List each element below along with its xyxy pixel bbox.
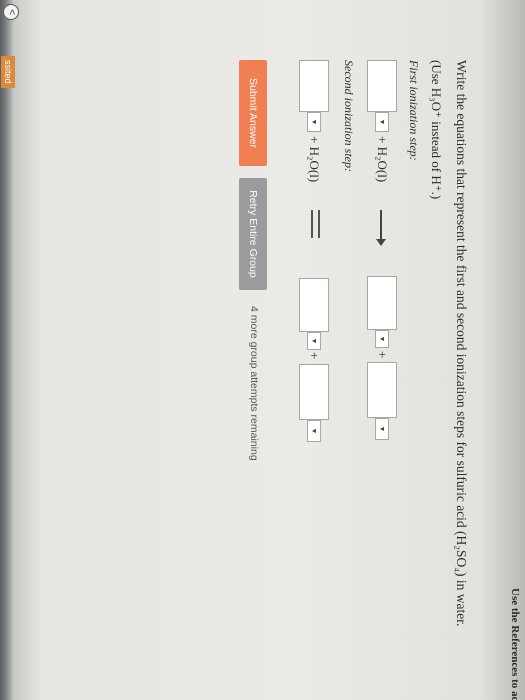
attempts-remaining: 4 more group attempts remaining: [248, 306, 260, 461]
chevron-down-icon: ▼: [310, 337, 318, 345]
first-step-water: + H₂O(l): [375, 136, 390, 183]
first-step-reactant-box[interactable]: [367, 60, 397, 112]
submit-answer-button[interactable]: Submit Answer: [239, 60, 267, 166]
second-step-product1-box[interactable]: [299, 278, 329, 332]
chevron-down-icon: ▼: [310, 427, 318, 435]
chevron-down-icon: ▼: [378, 118, 386, 126]
question-text: Write the equations that represent the f…: [454, 60, 469, 627]
second-step-plus: +: [307, 352, 322, 360]
first-step-product2-box[interactable]: [367, 362, 397, 418]
first-step-plus: +: [375, 351, 390, 359]
retry-entire-group-button[interactable]: Retry Entire Group: [239, 178, 267, 290]
second-step-product1-dropdown[interactable]: ▼: [307, 332, 321, 350]
second-step-reactant-box[interactable]: [299, 60, 329, 112]
second-step-product2-box[interactable]: [299, 364, 329, 420]
first-step-product1-box[interactable]: [367, 276, 397, 330]
previous-button[interactable]: ssited: [1, 56, 15, 88]
equilibrium-arrow-lower: [311, 210, 313, 238]
second-step-reactant-dropdown[interactable]: ▼: [307, 112, 321, 132]
right-arrow-icon: [380, 210, 382, 244]
equilibrium-arrow-icon: [318, 210, 320, 238]
chevron-down-icon: ▼: [310, 118, 318, 126]
screen: Use the References to access Write the e…: [0, 0, 525, 700]
first-step-label: First ionization step:: [407, 60, 421, 161]
second-step-label: Second ionization step:: [342, 60, 356, 172]
question-instruction: (Use H₃O⁺ instead of H⁺.): [429, 60, 444, 200]
chevron-down-icon: ▼: [378, 335, 386, 343]
back-icon[interactable]: <: [3, 4, 19, 20]
references-link[interactable]: Use the References to access: [509, 588, 521, 700]
rotated-page: Use the References to access Write the e…: [0, 0, 525, 700]
first-step-product1-dropdown[interactable]: ▼: [375, 330, 389, 348]
first-step-product2-dropdown[interactable]: ▼: [375, 418, 389, 440]
first-step-reactant-dropdown[interactable]: ▼: [375, 112, 389, 132]
chevron-down-icon: ▼: [378, 425, 386, 433]
second-step-water: + H₂O(l): [307, 136, 322, 183]
second-step-product2-dropdown[interactable]: ▼: [307, 420, 321, 442]
